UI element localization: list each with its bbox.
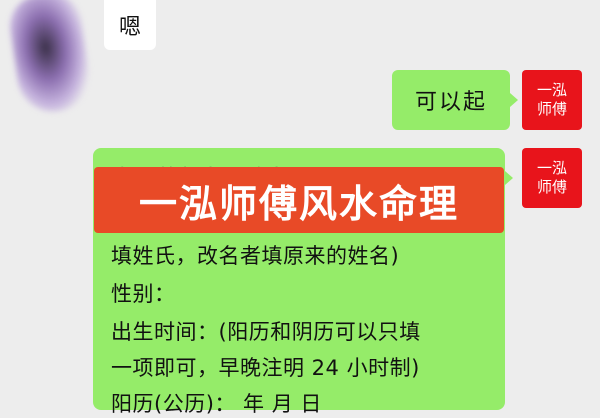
bubble-tail bbox=[505, 171, 513, 185]
sender-avatar[interactable]: 一泓 师傅 bbox=[522, 70, 582, 130]
avatar-image bbox=[6, 0, 94, 117]
contact-avatar[interactable] bbox=[0, 0, 100, 120]
watermark-text: 一泓师傅风水命理 bbox=[138, 181, 459, 226]
sent-message-text: 可以起 bbox=[414, 90, 487, 115]
bubble-tail bbox=[510, 93, 518, 107]
message-line: 填姓氏，改名者填原来的姓名) bbox=[111, 244, 400, 268]
watermark-banner: 一泓师傅风水命理 bbox=[94, 167, 504, 233]
message-line: 一项即可，早晚注明 24 小时制) bbox=[111, 356, 420, 380]
sent-message-bubble[interactable]: 可以起 bbox=[392, 70, 510, 130]
message-line: 性别： bbox=[111, 282, 176, 306]
sender-avatar[interactable]: 一泓 师傅 bbox=[522, 148, 582, 208]
message-line: 阳历(公历)： 年 月 日 bbox=[111, 392, 322, 416]
sender-avatar-line2: 师傅 bbox=[536, 178, 567, 196]
sender-avatar-line1: 一泓 bbox=[536, 81, 567, 99]
sender-avatar-line1: 一泓 bbox=[536, 159, 567, 177]
received-message-text: 嗯 bbox=[118, 15, 141, 40]
sender-avatar-line2: 师傅 bbox=[536, 100, 567, 118]
message-line: 出生时间：(阳历和阴历可以只填 bbox=[111, 320, 421, 344]
received-message-bubble[interactable]: 嗯 bbox=[104, 0, 156, 50]
